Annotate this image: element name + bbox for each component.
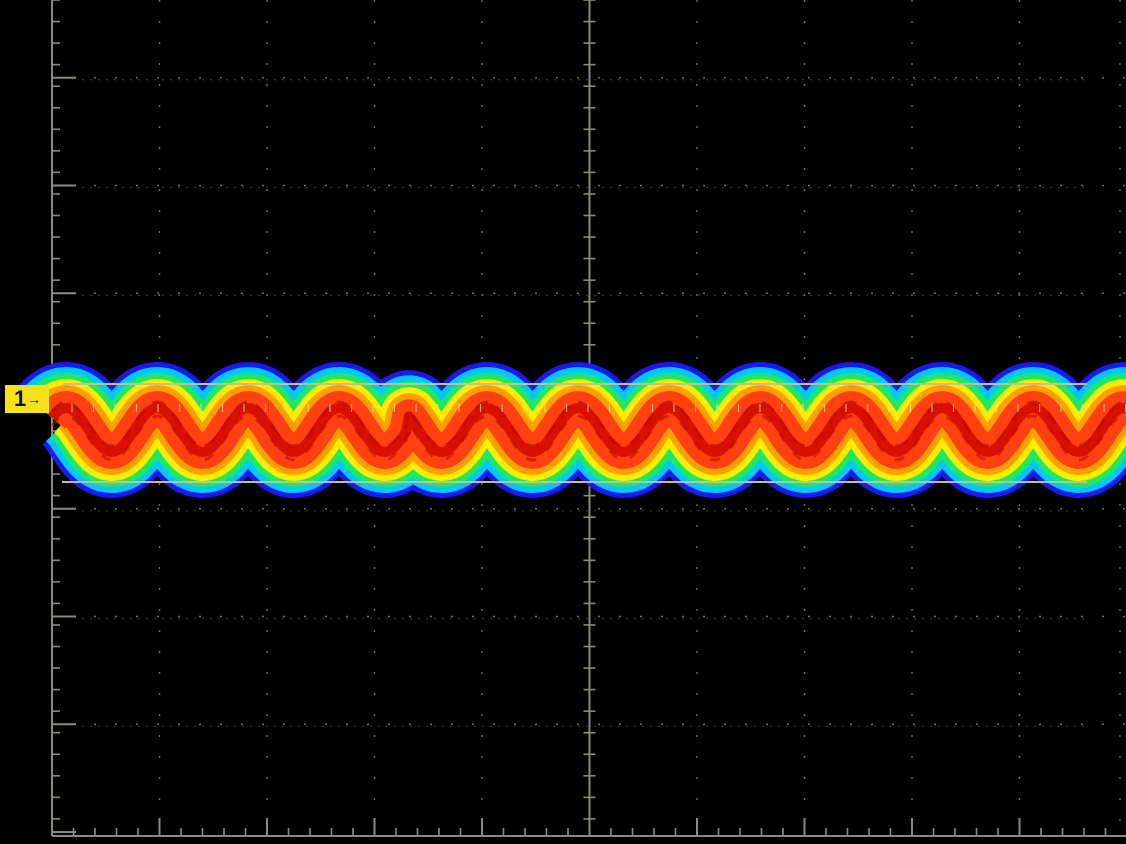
oscilloscope-screen: 1→ [0, 0, 1126, 844]
waveform-display [9, 0, 1126, 837]
arrow-right-icon: → [27, 391, 42, 407]
channel-1-label: 1 [14, 386, 27, 411]
channel-1-ground-marker[interactable]: 1→ [5, 385, 49, 413]
